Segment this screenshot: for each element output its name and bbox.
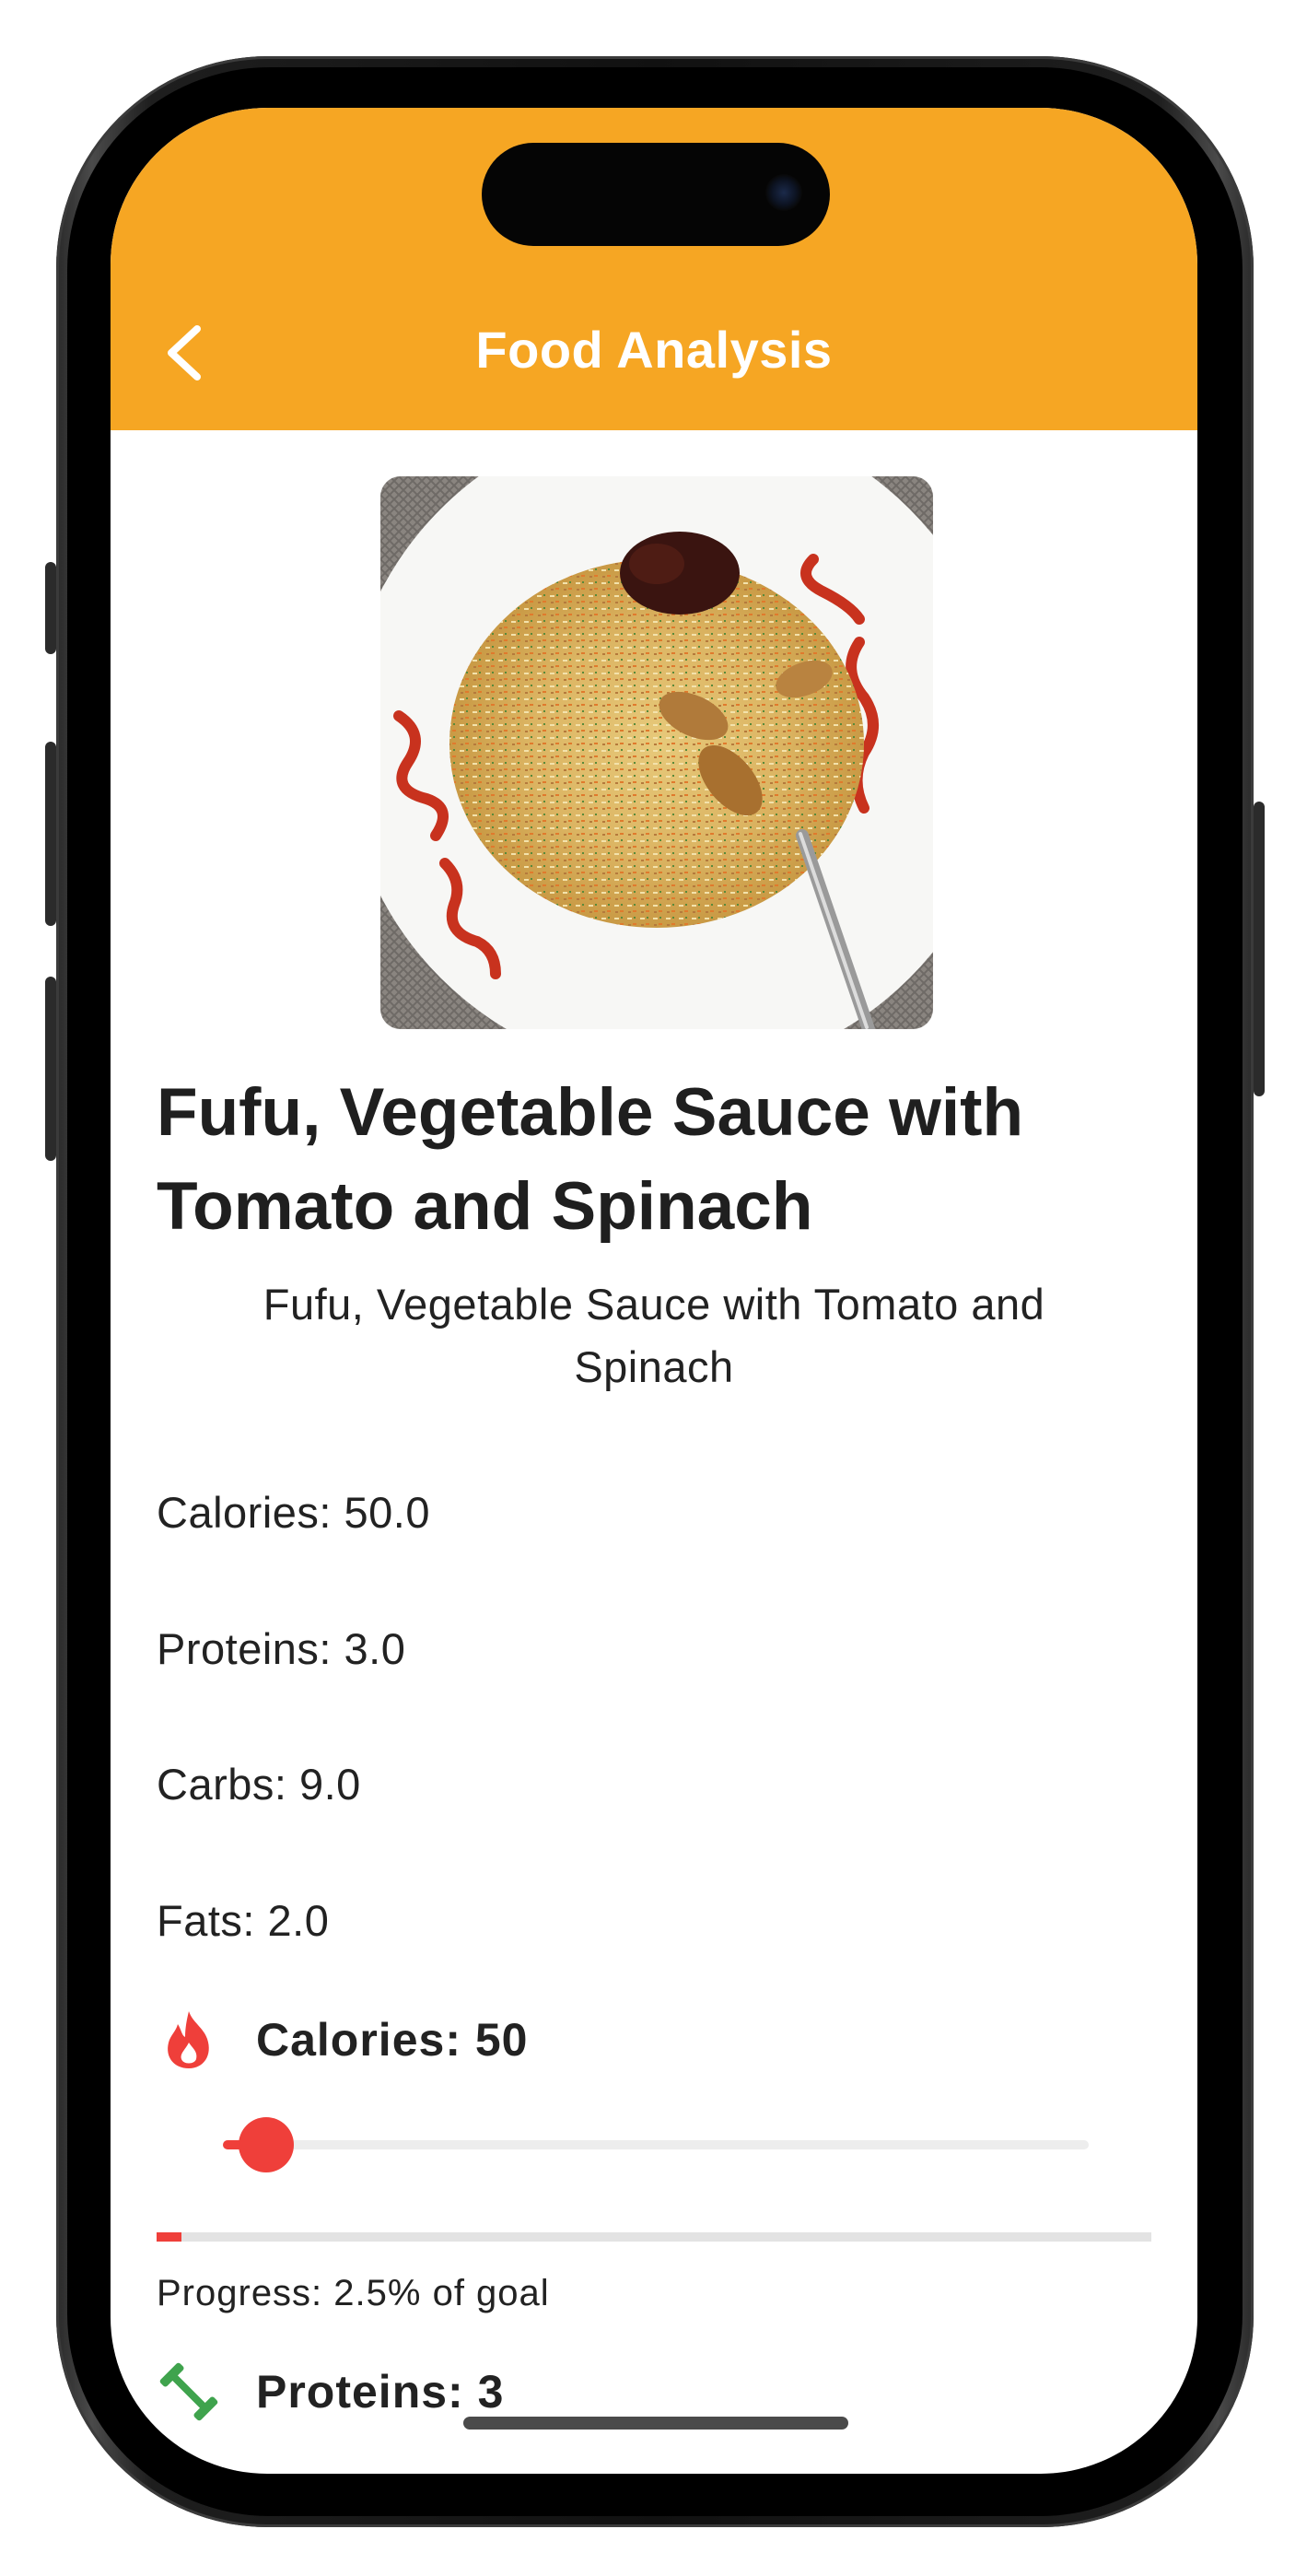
page-title: Food Analysis xyxy=(475,321,833,379)
slider-track xyxy=(223,2140,1089,2149)
power-button xyxy=(1254,802,1265,1096)
calories-metric-row: Calories: 50 xyxy=(157,2008,528,2072)
volume-down-button xyxy=(45,977,56,1161)
home-indicator[interactable] xyxy=(463,2417,848,2430)
progress-fill xyxy=(157,2232,181,2242)
food-image xyxy=(380,476,933,1029)
food-subtitle: Fufu, Vegetable Sauce with Tomato and Sp… xyxy=(263,1280,1045,1391)
screen: Food Analysis Fufu, Vegetable Sauce with… xyxy=(111,108,1197,2474)
calories-metric-label: Calories: 50 xyxy=(256,2014,529,2066)
stat-carbs: Carbs: 9.0 xyxy=(157,1760,361,1809)
food-title: Fufu, Vegetable Sauce with Tomato and Sp… xyxy=(157,1075,1024,1244)
volume-up-button xyxy=(45,742,56,926)
calories-progress-text: Progress: 2.5% of goal xyxy=(157,2273,550,2313)
proteins-metric-label: Proteins: 3 xyxy=(256,2366,505,2418)
slider-thumb[interactable] xyxy=(239,2117,294,2172)
stat-fats: Fats: 2.0 xyxy=(157,1896,330,1945)
proteins-metric-row: Proteins: 3 xyxy=(157,2359,504,2424)
flame-icon xyxy=(157,2008,221,2072)
calories-slider[interactable] xyxy=(223,2117,1089,2172)
stat-calories: Calories: 50.0 xyxy=(157,1488,430,1537)
dumbbell-icon xyxy=(157,2359,221,2424)
stat-proteins: Proteins: 3.0 xyxy=(157,1624,406,1673)
action-button xyxy=(45,562,56,654)
calories-progress-bar xyxy=(157,2232,1151,2242)
camera-icon xyxy=(765,174,802,211)
app-bar: Food Analysis xyxy=(111,108,1197,430)
dynamic-island xyxy=(482,143,830,246)
